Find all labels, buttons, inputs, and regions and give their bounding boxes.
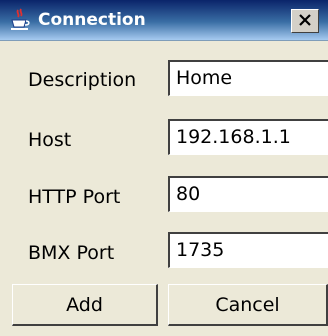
add-button-label: Add (66, 293, 103, 316)
cancel-button[interactable]: Cancel (168, 284, 328, 326)
window-title: Connection (38, 10, 146, 30)
close-button[interactable] (291, 9, 319, 33)
bmx-port-label: BMX Port (28, 242, 115, 264)
connection-dialog: Connection Description Home Host 192.168… (0, 0, 328, 336)
http-port-label: HTTP Port (28, 186, 121, 208)
bmx-port-field[interactable]: 1735 (168, 232, 328, 268)
add-button[interactable]: Add (12, 284, 158, 326)
close-icon (298, 12, 312, 31)
description-field[interactable]: Home (168, 60, 328, 96)
java-cup-icon (8, 8, 32, 32)
http-port-field[interactable]: 80 (168, 176, 328, 212)
title-bar[interactable]: Connection (0, 0, 328, 41)
host-field[interactable]: 192.168.1.1 (168, 119, 328, 155)
description-label: Description (28, 69, 137, 91)
cancel-button-label: Cancel (215, 293, 280, 316)
host-label: Host (28, 129, 72, 151)
